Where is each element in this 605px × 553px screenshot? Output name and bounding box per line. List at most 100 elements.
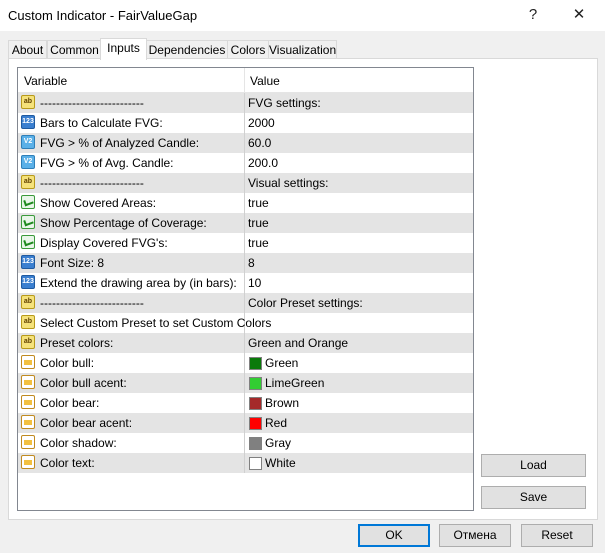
table-row[interactable]: Color text: White [18, 453, 473, 473]
int-icon: 123 [21, 275, 35, 289]
table-row[interactable]: Color bull: Green [18, 353, 473, 373]
variable-cell: Color bear acent: [40, 416, 133, 430]
ok-button[interactable]: OK [358, 524, 430, 547]
variable-cell: Color text: [40, 456, 95, 470]
close-button[interactable]: ✕ [564, 4, 594, 26]
bool-icon [21, 195, 35, 209]
ab-icon: ab [21, 175, 35, 189]
cancel-button[interactable]: Отмена [439, 524, 511, 547]
table-row[interactable]: Color bull acent: LimeGreen [18, 373, 473, 393]
variable-cell: Color bull: [40, 356, 95, 370]
value-cell[interactable]: Green [265, 356, 298, 370]
header-value: Value [250, 74, 280, 88]
value-cell[interactable]: Visual settings: [248, 176, 329, 190]
bool-icon [21, 215, 35, 229]
help-button[interactable]: ? [518, 4, 548, 26]
variable-cell: -------------------------- [40, 96, 144, 110]
variable-cell: Color bear: [40, 396, 100, 410]
variable-cell: Bars to Calculate FVG: [40, 116, 163, 130]
save-button[interactable]: Save [481, 486, 586, 509]
inputs-table: Variable Value ab -----------------------… [17, 67, 474, 511]
tab-common[interactable]: Common [47, 40, 102, 59]
value-cell[interactable]: 10 [248, 276, 261, 290]
int-icon: 123 [21, 255, 35, 269]
variable-cell: Font Size: 8 [40, 256, 105, 270]
value-cell[interactable]: 200.0 [248, 156, 278, 170]
table-row[interactable]: ab -------------------------- Visual sett… [18, 173, 473, 193]
color-swatch [249, 377, 262, 390]
double-icon: V2 [21, 135, 35, 149]
tab-visualization[interactable]: Visualization [268, 40, 337, 59]
tab-about[interactable]: About [8, 40, 47, 59]
value-cell[interactable]: Color Preset settings: [248, 296, 363, 310]
variable-cell: Show Covered Areas: [40, 196, 157, 210]
table-row[interactable]: 123 Font Size: 8 8 [18, 253, 473, 273]
title-bar: Custom Indicator - FairValueGap ? ✕ [0, 0, 605, 31]
variable-cell: Color bull acent: [40, 376, 127, 390]
ab-icon: ab [21, 335, 35, 349]
reset-button[interactable]: Reset [521, 524, 593, 547]
variable-cell: FVG > % of Avg. Candle: [40, 156, 174, 170]
value-cell[interactable]: true [248, 236, 269, 250]
table-row[interactable]: Show Covered Areas: true [18, 193, 473, 213]
header-separator[interactable] [244, 68, 245, 92]
value-cell[interactable]: 60.0 [248, 136, 271, 150]
table-row[interactable]: Color shadow: Gray [18, 433, 473, 453]
ab-icon: ab [21, 95, 35, 109]
value-cell[interactable]: FVG settings: [248, 96, 321, 110]
value-cell[interactable]: Red [265, 416, 287, 430]
table-row[interactable]: ab -------------------------- FVG setting… [18, 93, 473, 113]
color-swatch [249, 437, 262, 450]
variable-cell: FVG > % of Analyzed Candle: [40, 136, 200, 150]
ab-icon: ab [21, 315, 35, 329]
value-cell[interactable]: Brown [265, 396, 299, 410]
tab-inputs[interactable]: Inputs [100, 38, 147, 60]
window-title: Custom Indicator - FairValueGap [8, 8, 198, 23]
value-cell[interactable]: true [248, 196, 269, 210]
value-cell[interactable]: Green and Orange [248, 336, 348, 350]
value-cell[interactable]: 8 [248, 256, 255, 270]
tab-colors[interactable]: Colors [227, 40, 269, 59]
load-button[interactable]: Load [481, 454, 586, 477]
table-row[interactable]: V2 FVG > % of Avg. Candle: 200.0 [18, 153, 473, 173]
variable-cell: Color shadow: [40, 436, 117, 450]
variable-cell: Display Covered FVG's: [40, 236, 168, 250]
value-cell[interactable]: White [265, 456, 296, 470]
color-icon [21, 395, 35, 409]
value-cell[interactable]: 2000 [248, 116, 275, 130]
bool-icon [21, 235, 35, 249]
color-icon [21, 415, 35, 429]
table-row[interactable]: 123 Bars to Calculate FVG: 2000 [18, 113, 473, 133]
table-row[interactable]: Color bear acent: Red [18, 413, 473, 433]
table-row[interactable]: Color bear: Brown [18, 393, 473, 413]
table-row[interactable]: Display Covered FVG's: true [18, 233, 473, 253]
header-variable: Variable [24, 74, 68, 88]
table-row[interactable]: ab -------------------------- Color Prese… [18, 293, 473, 313]
variable-cell: Select Custom Preset to set Custom Color… [40, 316, 272, 330]
color-swatch [249, 457, 262, 470]
double-icon: V2 [21, 155, 35, 169]
table-row[interactable]: ab Select Custom Preset to set Custom Col… [18, 313, 473, 333]
table-row[interactable]: V2 FVG > % of Analyzed Candle: 60.0 [18, 133, 473, 153]
variable-cell: -------------------------- [40, 296, 144, 310]
tab-dependencies[interactable]: Dependencies [146, 40, 228, 59]
color-icon [21, 435, 35, 449]
variable-cell: -------------------------- [40, 176, 144, 190]
table-row[interactable]: 123 Extend the drawing area by (in bars):… [18, 273, 473, 293]
variable-cell: Preset colors: [40, 336, 114, 350]
color-swatch [249, 397, 262, 410]
table-row[interactable]: ab Preset colors: Green and Orange [18, 333, 473, 353]
color-swatch [249, 417, 262, 430]
variable-cell: Show Percentage of Coverage: [40, 216, 207, 230]
color-swatch [249, 357, 262, 370]
color-icon [21, 455, 35, 469]
value-cell[interactable]: Gray [265, 436, 291, 450]
table-header: Variable Value [18, 68, 473, 93]
color-icon [21, 355, 35, 369]
variable-cell: Extend the drawing area by (in bars): [40, 276, 237, 290]
table-row[interactable]: Show Percentage of Coverage: true [18, 213, 473, 233]
ab-icon: ab [21, 295, 35, 309]
int-icon: 123 [21, 115, 35, 129]
value-cell[interactable]: LimeGreen [265, 376, 324, 390]
value-cell[interactable]: true [248, 216, 269, 230]
